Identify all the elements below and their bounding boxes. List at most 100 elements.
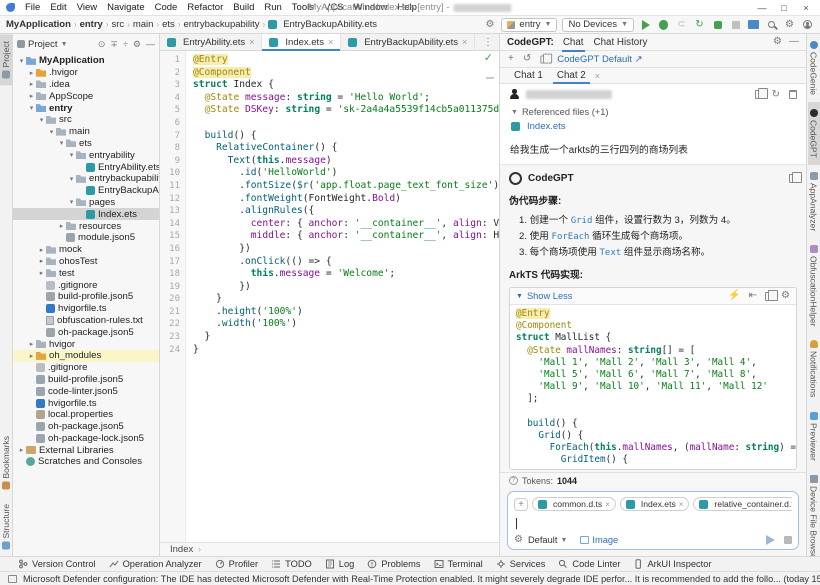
toolwindow-log[interactable]: Log: [325, 559, 354, 569]
editor-tab-entrybackupability-ets[interactable]: EntryBackupAbility.ets ×: [341, 34, 476, 50]
insert-at-caret-icon[interactable]: ⇤: [749, 291, 757, 301]
tree-item[interactable]: ▾ entrybackupability: [13, 173, 159, 185]
menu-item[interactable]: File: [20, 1, 45, 14]
breadcrumb-item[interactable]: entrybackupability: [183, 19, 259, 30]
show-less-link[interactable]: Show Less: [527, 291, 572, 301]
debug-icon[interactable]: [657, 18, 670, 31]
breadcrumb-item[interactable]: Index: [170, 544, 193, 555]
menu-item[interactable]: Run: [259, 1, 286, 14]
gear-icon[interactable]: ⚙: [781, 291, 790, 301]
sidebar-item-appanalyzer[interactable]: AppAnalyzer: [808, 165, 820, 238]
sidebar-item-obfuscationhelper[interactable]: ObfuscationHelper: [808, 238, 820, 333]
chat-input-box[interactable]: + common.d.ts × Index.ets × relative_containe…: [507, 491, 799, 550]
tab-chat[interactable]: Chat: [561, 35, 585, 52]
breadcrumb-item[interactable]: main: [133, 19, 154, 30]
tree-item[interactable]: hvigorfile.ts: [13, 397, 159, 409]
tree-item[interactable]: ▾ src: [13, 114, 159, 126]
toolwindow-code-linter[interactable]: Code Linter: [558, 559, 620, 569]
tree-item[interactable]: build-profile.json5: [13, 291, 159, 303]
toolwindow-profiler[interactable]: Profiler: [215, 559, 258, 569]
context-chip[interactable]: Index.ets ×: [619, 497, 690, 511]
tree-item[interactable]: EntryBackupAbility.ets: [13, 185, 159, 197]
editor-tab-entryability-ets[interactable]: EntryAbility.ets ×: [160, 34, 263, 50]
hide-panel-icon[interactable]: —: [146, 39, 155, 50]
tree-item[interactable]: ▾ main: [13, 126, 159, 138]
editor-tab-index-ets[interactable]: Index.ets ×: [262, 34, 342, 51]
tree-item[interactable]: ▸ .hvigor: [13, 67, 159, 79]
run-icon[interactable]: [639, 18, 652, 31]
toolwindow-operation-analyzer[interactable]: Operation Analyzer: [109, 559, 202, 569]
toolwindow-services[interactable]: Services: [496, 559, 545, 569]
breadcrumb-item[interactable]: entry: [80, 19, 103, 30]
sidebar-item-structure[interactable]: Structure: [0, 497, 12, 557]
copy-icon[interactable]: [765, 289, 779, 301]
tree-item[interactable]: hvigorfile.ts: [13, 303, 159, 315]
close-tab-icon[interactable]: ×: [328, 37, 333, 47]
chat-tab-chat-2[interactable]: Chat 2: [551, 69, 592, 84]
tree-item[interactable]: .gitignore: [13, 362, 159, 374]
stop-icon[interactable]: [729, 18, 742, 31]
tree-item[interactable]: ▸ test: [13, 267, 159, 279]
collapse-all-icon[interactable]: ∓: [110, 39, 118, 50]
code-block-content[interactable]: @Entry @Component struct MallList { @State…: [510, 305, 796, 469]
account-icon[interactable]: [801, 18, 814, 31]
breadcrumb-item[interactable]: src: [112, 19, 125, 30]
tree-item[interactable]: ▾ entry: [13, 102, 159, 114]
tree-item[interactable]: oh-package.json5: [13, 421, 159, 433]
referenced-files-toggle[interactable]: ▼ Referenced files (+1): [511, 107, 797, 117]
menu-item[interactable]: Build: [228, 1, 259, 14]
inspection-ok-icon[interactable]: ✓: [484, 53, 493, 64]
panel-toggle-icon[interactable]: [8, 574, 17, 583]
menu-item[interactable]: Code: [150, 1, 183, 14]
sidebar-item-bookmarks[interactable]: Bookmarks: [0, 429, 12, 497]
refresh-icon[interactable]: ↻: [772, 89, 780, 100]
hide-panel-icon[interactable]: —: [789, 37, 799, 47]
menu-item[interactable]: Navigate: [102, 1, 150, 14]
coverage-icon[interactable]: ⊂: [675, 18, 688, 31]
tree-item[interactable]: oh-package.json5: [13, 326, 159, 338]
tree-item[interactable]: build-profile.json5: [13, 374, 159, 386]
attach-image-button[interactable]: Image: [580, 535, 618, 545]
expand-icon[interactable]: ÷: [123, 39, 128, 50]
copy-icon[interactable]: [754, 87, 768, 99]
codegpt-default-link[interactable]: CodeGPT Default ↗: [557, 54, 642, 65]
tree-item[interactable]: Scratches and Consoles: [13, 456, 159, 468]
sidebar-item-project[interactable]: Project: [0, 34, 12, 86]
tree-item[interactable]: ▸ AppScope: [13, 90, 159, 102]
send-icon[interactable]: [766, 535, 775, 545]
toolwindow-terminal[interactable]: Terminal: [434, 559, 483, 569]
close-button[interactable]: ×: [796, 3, 816, 13]
code-editor[interactable]: 1 2 3 4 5 6 7 8 9 10 11 12 13 14 15 16 17 18 19 20 21 22 23 24 …: [160, 51, 499, 542]
split-view-icon[interactable]: [540, 53, 553, 64]
tree-item[interactable]: ▸ ohosTest: [13, 256, 159, 268]
tree-item[interactable]: EntryAbility.ets: [13, 161, 159, 173]
search-icon[interactable]: [765, 18, 778, 31]
tree-item[interactable]: ▾ pages: [13, 197, 159, 209]
tree-item[interactable]: ▸ External Libraries: [13, 444, 159, 456]
tree-item[interactable]: ▾ entryability: [13, 149, 159, 161]
tree-item[interactable]: ▸ hvigor: [13, 338, 159, 350]
help-icon[interactable]: ?: [509, 476, 518, 485]
copy-icon[interactable]: [789, 172, 802, 183]
menu-item[interactable]: Refactor: [182, 1, 228, 14]
model-selector[interactable]: Default ▼: [528, 535, 567, 545]
close-tab-icon[interactable]: ×: [249, 37, 254, 47]
sidebar-item-notifications[interactable]: Notifications: [808, 333, 820, 404]
delete-icon[interactable]: [789, 89, 797, 99]
breadcrumb-item[interactable]: MyApplication: [6, 19, 71, 30]
sidebar-item-codegpt[interactable]: CodeGPT: [807, 102, 820, 165]
gear-icon[interactable]: ⚙: [133, 39, 141, 50]
status-message[interactable]: Microsoft Defender configuration: The ID…: [23, 574, 820, 584]
toolwindow-todo[interactable]: TODO: [271, 559, 312, 569]
tree-item[interactable]: .gitignore: [13, 279, 159, 291]
tree-item[interactable]: Index.ets: [13, 208, 159, 221]
locate-file-icon[interactable]: ⊙: [98, 39, 106, 50]
breadcrumb-item[interactable]: EntryBackupAbility.ets: [268, 19, 377, 30]
module-selector[interactable]: entry ▼: [501, 17, 558, 32]
close-tab-icon[interactable]: ×: [462, 37, 467, 47]
remove-chip-icon[interactable]: ×: [605, 500, 610, 509]
chat-tab-chat-1[interactable]: Chat 1: [508, 69, 549, 83]
toolwindow-problems[interactable]: Problems: [367, 559, 421, 569]
chat-scroll-area[interactable]: ↻ ▼ Referenced files (+1) Index.ets 给我生成…: [500, 84, 806, 472]
maximize-button[interactable]: □: [774, 3, 794, 13]
